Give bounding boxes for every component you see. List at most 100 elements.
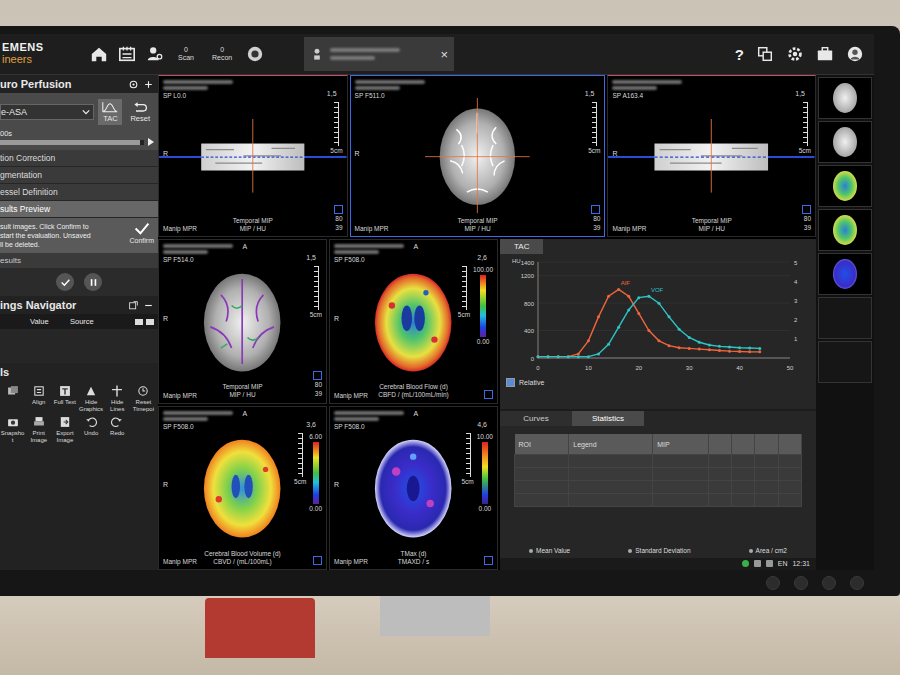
map-unit: CBVD / (mL/100mL): [213, 558, 272, 566]
orientation-marker: R: [163, 481, 168, 488]
confirm-button[interactable]: Confirm: [129, 222, 154, 249]
home-icon[interactable]: [90, 45, 108, 63]
tool-button[interactable]: Redo: [105, 415, 130, 443]
tool-button[interactable]: Print Image: [26, 415, 51, 443]
curve-point: [718, 345, 721, 348]
protocol-dropdown[interactable]: e-ASA: [0, 104, 94, 120]
tool-button[interactable]: Align: [26, 384, 51, 412]
curve-point: [647, 295, 650, 298]
thumbnail[interactable]: [818, 121, 872, 163]
slice-position: SP F508.0: [334, 256, 404, 264]
workflow-step[interactable]: tion Correction: [0, 150, 158, 167]
window-level: 39: [335, 224, 342, 232]
viewport[interactable]: SP F508.0 2,6 A R 5cm 100.00 0.00 Manip …: [329, 239, 498, 404]
window-level: 39: [315, 390, 322, 398]
apply-button[interactable]: [56, 273, 74, 291]
add-icon[interactable]: [143, 79, 154, 90]
table-row: [515, 481, 802, 494]
tac-button[interactable]: TAC: [98, 99, 122, 125]
panel-tab[interactable]: Curves: [500, 411, 572, 426]
mip-slab-image: [159, 119, 347, 193]
layout-icon[interactable]: [484, 556, 493, 565]
layout-icon[interactable]: [313, 371, 322, 380]
viewport[interactable]: SP A163.4 1,5 R 5cm Manip MPR Temporal M…: [607, 75, 816, 237]
thumbnail[interactable]: [818, 253, 872, 295]
tac-tab[interactable]: TAC: [500, 239, 543, 254]
workflow-step[interactable]: gmentation: [0, 167, 158, 184]
map-title: Temporal MIP: [457, 217, 497, 225]
workflow-step[interactable]: sults Preview: [0, 201, 158, 218]
viewport[interactable]: SP F508.0 3,6 A R 5cm 6.00 0.00 Manip MP…: [158, 406, 327, 571]
tool-button[interactable]: Snapshot: [0, 415, 25, 443]
tool-button[interactable]: Hide Graphics: [78, 384, 103, 412]
close-tab-button[interactable]: ×: [441, 47, 449, 62]
patient-info-blurred: [355, 86, 400, 90]
column-header[interactable]: Legend: [569, 434, 653, 455]
thumbnail[interactable]: [818, 77, 872, 119]
patient-tab[interactable]: ×: [304, 37, 454, 71]
patient-info-blurred: [612, 86, 657, 90]
worklist-icon[interactable]: [118, 45, 136, 63]
map-unit: TMAXD / s: [398, 558, 429, 566]
patient-search-icon[interactable]: [146, 45, 164, 63]
curve-point: [577, 352, 580, 355]
viewport[interactable]: SP L0.0 1,5 R 5cm Manip MPR Temporal MIP…: [158, 75, 348, 237]
user-icon[interactable]: [846, 45, 864, 63]
column-header[interactable]: MIP: [653, 434, 709, 455]
minimize-icon[interactable]: [143, 300, 154, 311]
top-bar: EMENS ineers 0Scan0Recon × ?: [0, 34, 874, 75]
camera-icon[interactable]: [246, 45, 264, 63]
time-slider[interactable]: [0, 140, 144, 145]
tool-button[interactable]: Hide Lines: [105, 384, 130, 412]
layout-icon[interactable]: [802, 205, 811, 214]
viewport[interactable]: SP F511.0 1,5 R 5cm Manip MPR Temporal M…: [350, 75, 606, 237]
tool-button[interactable]: Undo: [78, 415, 103, 443]
layout-icon[interactable]: [313, 556, 322, 565]
help-button[interactable]: ?: [735, 46, 744, 63]
tool-button[interactable]: Reset Timepoi: [131, 384, 156, 412]
statistics-table: ROILegendMIP: [514, 434, 802, 507]
brain-image: [189, 263, 295, 380]
play-icon[interactable]: [148, 138, 154, 146]
thumbnail[interactable]: [818, 209, 872, 251]
thumbnail[interactable]: [818, 165, 872, 207]
reset-button[interactable]: Reset: [126, 99, 154, 125]
results-section[interactable]: esults: [0, 253, 158, 268]
curve-point: [597, 315, 600, 318]
language-indicator[interactable]: EN: [778, 560, 788, 567]
relative-checkbox[interactable]: Relative: [500, 376, 816, 389]
layout-icon[interactable]: [484, 390, 493, 399]
settings-icon[interactable]: [128, 79, 139, 90]
export-icon[interactable]: [128, 300, 139, 311]
column-header[interactable]: ROI: [515, 434, 569, 455]
curve-point: [678, 346, 681, 349]
x-tick: 20: [635, 365, 642, 371]
job-counter[interactable]: 0Scan: [174, 46, 198, 63]
tool-button[interactable]: [0, 384, 25, 412]
tool-button[interactable]: Export Image: [52, 415, 77, 443]
briefcase-icon[interactable]: [816, 45, 834, 63]
panel-tab[interactable]: Statistics: [572, 411, 644, 426]
windows-icon[interactable]: [756, 45, 774, 63]
window-level: 80: [335, 215, 342, 223]
patient-info-blurred: [355, 80, 425, 84]
job-counter[interactable]: 0Recon: [208, 46, 236, 63]
workflow-step[interactable]: essel Definition: [0, 184, 158, 201]
tool-button[interactable]: Full Text: [52, 384, 77, 412]
viewport[interactable]: SP F514.0 1,5 A R 5cm Manip MPR Temporal…: [158, 239, 327, 404]
tape-box: [205, 598, 315, 658]
layout-icon[interactable]: [591, 205, 600, 214]
ruler: 5cm: [461, 433, 473, 486]
curve-point: [738, 346, 741, 349]
ruler: 5cm: [458, 266, 470, 319]
zoom-factor: 1,5: [306, 254, 316, 261]
patient-info-blurred: [163, 244, 233, 248]
gear-icon[interactable]: [786, 45, 804, 63]
layout-icon[interactable]: [334, 205, 343, 214]
column-header[interactable]: Value: [30, 317, 64, 326]
map-unit: MIP / HU: [240, 225, 266, 233]
pause-button[interactable]: [84, 273, 102, 291]
curve-point: [728, 346, 731, 349]
viewport[interactable]: SP F508.0 4,6 A R 5cm 10.00 0.00 Manip M…: [329, 406, 498, 571]
column-header[interactable]: Source: [70, 317, 104, 326]
